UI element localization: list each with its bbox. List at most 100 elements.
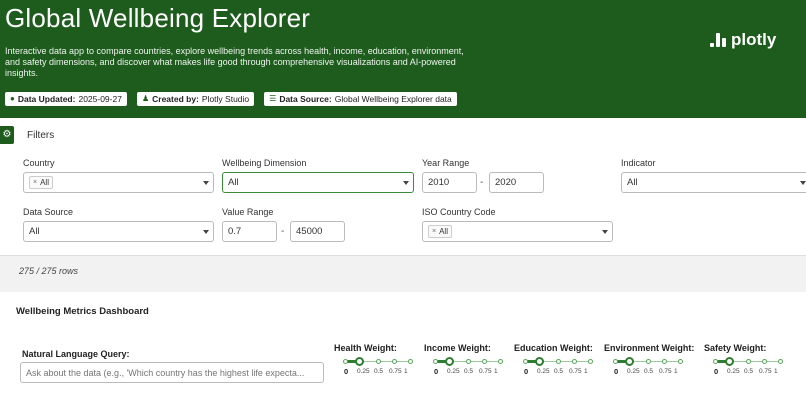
slider-tick-label: 0.25 — [627, 368, 640, 375]
indicator-value: All — [627, 177, 638, 188]
year-to-input[interactable]: 2020 — [489, 172, 544, 193]
badge-label: Data Source: — [279, 94, 332, 104]
slider-tick-label: 0.25 — [447, 368, 460, 375]
slider-ticks: 0 0.25 0.5 0.75 1 — [714, 367, 781, 376]
created-by-badge: ♟ Created by: Plotly Studio — [136, 92, 255, 106]
slider-mark — [588, 359, 593, 364]
slider-handle[interactable] — [625, 357, 634, 366]
slider-handle[interactable] — [535, 357, 544, 366]
slider-tick-label: 1 — [404, 368, 408, 375]
slider-tick-label: 0 — [714, 367, 719, 376]
weight-slider[interactable] — [523, 357, 593, 367]
chip-text: All — [40, 178, 49, 187]
slider-tick-label: 0 — [614, 367, 619, 376]
slider-tick-label: 0.5 — [374, 368, 384, 375]
badge-label: Data Updated: — [17, 94, 76, 104]
slider-handle[interactable] — [725, 357, 734, 366]
badge-row: ● Data Updated: 2025-09-27 ♟ Created by:… — [5, 92, 457, 106]
slider-mark — [408, 359, 413, 364]
filters-title: Filters — [27, 130, 55, 141]
database-icon: ☰ — [269, 94, 277, 103]
slider-tick-label: 0.25 — [537, 368, 550, 375]
chip-text: All — [439, 227, 448, 236]
dimension-label: Wellbeing Dimension — [222, 158, 307, 168]
slider-tick-label: 0.75 — [759, 368, 772, 375]
slider-tick-label: 0.75 — [569, 368, 582, 375]
slider-tick-label: 1 — [494, 368, 498, 375]
slider-mark — [555, 359, 561, 364]
rows-count: 275 / 275 rows — [19, 266, 79, 276]
slider-mark — [481, 359, 487, 364]
dimension-select[interactable]: All — [222, 172, 414, 193]
slider-handle[interactable] — [445, 357, 454, 366]
slider-tick-label: 0.5 — [744, 368, 754, 375]
dashboard-card: Wellbeing Metrics Dashboard Natural Lang… — [0, 292, 806, 405]
country-label: Country — [23, 158, 55, 168]
app-header: Global Wellbeing Explorer Interactive da… — [0, 0, 806, 118]
slider-mark — [433, 359, 438, 364]
logo-text: plotly — [731, 30, 777, 49]
weight-slider-group: Education Weight: 0 0.25 0.5 0.75 1 — [514, 343, 604, 376]
weight-slider[interactable] — [343, 357, 413, 367]
iso-label: ISO Country Code — [422, 207, 496, 217]
slider-tick-label: 0 — [434, 367, 439, 376]
slider-mark — [391, 359, 397, 364]
weight-label: Safety Weight: — [704, 343, 767, 353]
slider-tick-label: 0.25 — [727, 368, 740, 375]
slider-mark — [645, 359, 651, 364]
weight-slider[interactable] — [613, 357, 683, 367]
remove-chip-icon[interactable]: × — [33, 179, 37, 186]
sliders-icon: ⚙ — [2, 129, 12, 140]
value-to-input[interactable]: 45000 — [290, 221, 345, 242]
range-separator: - — [480, 177, 484, 188]
filters-panel: ⚙ Filters Country × All Wellbeing Dimens… — [0, 118, 806, 256]
data-updated-badge: ● Data Updated: 2025-09-27 — [5, 92, 127, 106]
slider-tick-label: 0.5 — [464, 368, 474, 375]
page-title: Global Wellbeing Explorer — [5, 3, 311, 33]
weight-label: Education Weight: — [514, 343, 593, 353]
value-range-label: Value Range — [222, 207, 274, 217]
year-range-label: Year Range — [422, 158, 470, 168]
year-from-input[interactable]: 2010 — [422, 172, 477, 193]
data-source-value: All — [29, 226, 40, 237]
dimension-value: All — [228, 177, 239, 188]
chevron-down-icon — [602, 230, 608, 234]
country-chip[interactable]: × All — [29, 176, 53, 189]
slider-handle[interactable] — [355, 357, 364, 366]
badge-label: Created by: — [152, 94, 199, 104]
filters-toggle-button[interactable]: ⚙ — [0, 126, 14, 144]
plotly-logo[interactable]: plotly — [710, 30, 776, 50]
weight-slider[interactable] — [433, 357, 503, 367]
nlq-label: Natural Language Query: — [22, 349, 130, 359]
dashboard-title: Wellbeing Metrics Dashboard — [16, 306, 149, 317]
slider-tick-label: 1 — [584, 368, 588, 375]
weight-slider[interactable] — [713, 357, 783, 367]
slider-mark — [778, 359, 783, 364]
user-icon: ♟ — [141, 94, 150, 103]
nlq-input[interactable] — [20, 362, 324, 383]
slider-mark — [343, 359, 348, 364]
check-circle-icon: ● — [10, 94, 15, 103]
country-multiselect[interactable]: × All — [23, 172, 214, 193]
remove-chip-icon[interactable]: × — [432, 228, 436, 235]
slider-ticks: 0 0.25 0.5 0.75 1 — [614, 367, 681, 376]
badge-value: Global Wellbeing Explorer data — [334, 94, 452, 104]
data-source-select[interactable]: All — [23, 221, 214, 242]
range-separator: - — [281, 226, 285, 237]
value-from-input[interactable]: 0.7 — [222, 221, 277, 242]
chevron-down-icon — [403, 181, 409, 185]
indicator-select[interactable]: All — [621, 172, 806, 193]
slider-tick-label: 0 — [344, 367, 349, 376]
slider-tick-label: 0.25 — [357, 368, 370, 375]
slider-mark — [375, 359, 381, 364]
slider-mark — [661, 359, 667, 364]
badge-value: Plotly Studio — [201, 94, 250, 104]
weight-label: Health Weight: — [334, 343, 397, 353]
iso-chip[interactable]: × All — [428, 225, 452, 238]
slider-tick-label: 0.75 — [389, 368, 402, 375]
badge-value: 2025-09-27 — [78, 94, 122, 104]
data-source-label: Data Source — [23, 207, 74, 217]
app-description: Interactive data app to compare countrie… — [5, 46, 464, 78]
chevron-down-icon — [800, 181, 806, 185]
iso-multiselect[interactable]: × All — [422, 221, 613, 242]
